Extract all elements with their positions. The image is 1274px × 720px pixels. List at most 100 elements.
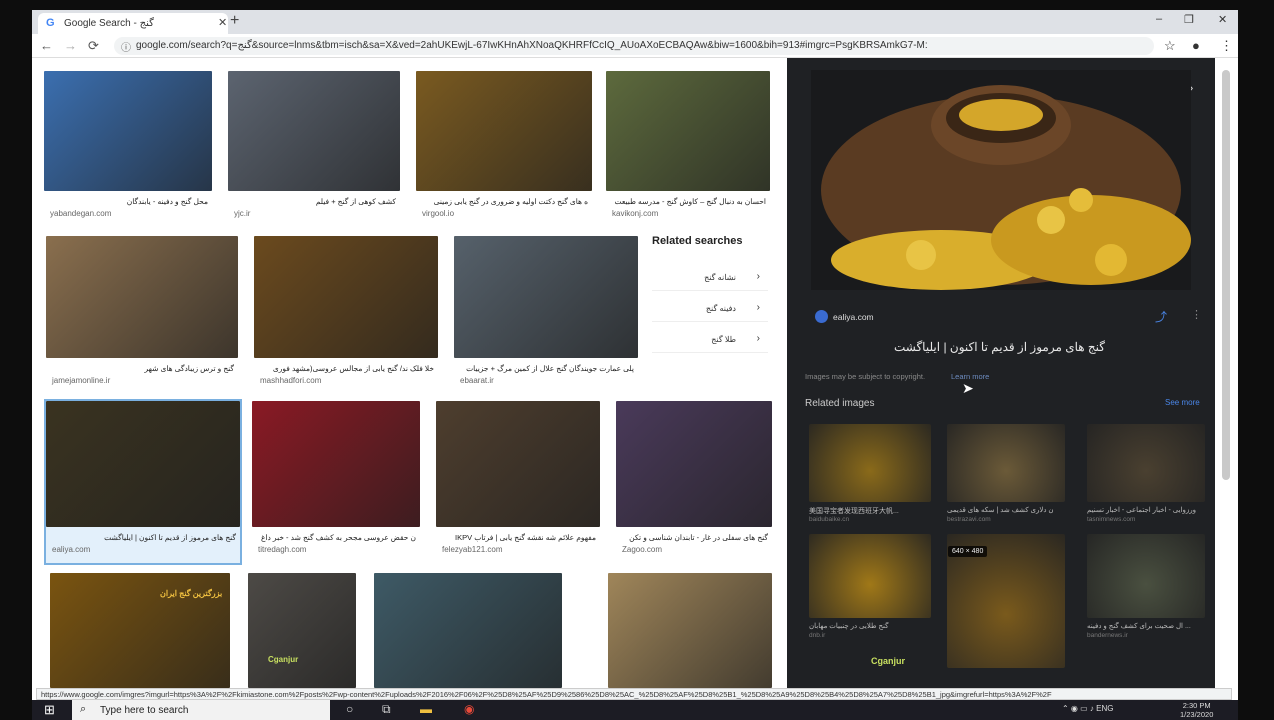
image-result-tile[interactable] [608,573,772,700]
image-result-tile[interactable]: گنج های مرموز از قدیم تا اکنون | ایلیاگش… [44,399,242,565]
result-thumbnail[interactable] [606,71,770,191]
address-bar[interactable]: ⓘ google.com/search?q=گنج&source=lnms&tb… [114,37,1154,55]
tab-close-icon[interactable]: ✕ [218,16,227,29]
reload-icon[interactable]: ⟳ [88,38,99,54]
result-caption[interactable]: محل گنج و دفینه - یابندگان [48,197,208,206]
image-result-tile[interactable]: Cganjur [248,573,356,700]
image-result-tile[interactable]: پلی عمارت جویندگان گنج علال از کمین مرگ … [454,236,638,394]
taskbar-clock[interactable]: 2:30 PM 1/23/2020 [1180,701,1213,719]
maximize-icon[interactable]: ❐ [1184,13,1194,26]
result-caption[interactable]: خلا فلک ند/ گنج یابی از مجالس عروسی(مشهد… [258,364,434,373]
result-thumbnail[interactable] [454,236,638,358]
minimize-icon[interactable]: – [1156,13,1162,25]
result-source: felezyab121.com [442,545,503,554]
more-options-icon[interactable]: ⋮ [1191,308,1202,321]
new-tab-icon[interactable]: + [230,12,239,30]
result-source: mashhadfori.com [260,376,322,385]
window-close-icon[interactable]: ✕ [1218,13,1227,26]
image-result-tile[interactable]: گنج های سفلی در غار - تابندان شناسی و تک… [616,401,772,563]
result-source: yabandegan.com [50,209,112,218]
image-result-tile[interactable]: IKPV مفهوم علائم شه نقشه گنج یابی | فرتا… [436,401,600,563]
result-thumbnail[interactable] [248,573,356,688]
result-thumbnail[interactable] [46,401,240,527]
image-result-tile[interactable]: ه های گنج دکتت اولیه و ضروری در گنج یابی… [416,71,592,227]
bookmark-star-icon[interactable]: ☆ [1164,38,1176,54]
image-size-badge: 640 × 480 [948,546,988,557]
result-thumbnail[interactable] [374,573,562,688]
result-thumbnail[interactable] [254,236,438,358]
result-thumbnail[interactable] [436,401,600,527]
browser-menu-icon[interactable]: ⋮ [1220,38,1233,54]
preview-site-name[interactable]: ealiya.com [833,312,874,322]
image-result-tile[interactable]: کشف کوهی از گنج + فیلم yjc.ir [228,71,400,227]
chrome-icon[interactable]: ◉ [464,702,474,716]
share-icon[interactable]: ⤴ [1155,308,1167,325]
image-result-tile[interactable]: محل گنج و دفینه - یابندگان yabandegan.com [44,71,212,227]
related-image-source: tasnimnews.com [1087,516,1136,523]
language-indicator[interactable]: ENG [1096,704,1113,713]
tab-strip: G Google Search - گنج ✕ + – ❐ ✕ [32,10,1238,34]
related-image-caption[interactable]: ن دلاری کشف شد | سکه های قدیمی [947,506,1065,514]
related-image[interactable] [947,424,1065,502]
related-image-caption[interactable]: گنج طلایی در چنبیات مهابان [809,622,931,630]
related-image-caption[interactable]: ورزوایی - اخبار اجتماعی - اخبار تسنیم [1087,506,1205,514]
result-thumbnail[interactable] [228,71,400,191]
profile-icon[interactable]: ● [1192,38,1200,53]
result-thumbnail[interactable] [608,573,772,688]
task-view-icon[interactable]: ⧉ [382,702,391,717]
result-source: titredagh.com [258,545,307,554]
forward-icon[interactable]: → [64,38,77,53]
related-image-source: bestrazavi.com [947,516,991,523]
tab-google-search[interactable]: G Google Search - گنج ✕ [38,13,228,34]
result-caption[interactable]: IKPV مفهوم علائم شه نقشه گنج یابی | فرتا… [440,533,596,542]
taskbar-search-box[interactable]: ⌕ Type here to search [72,700,330,720]
related-search-item[interactable]: دفینه گنج › [652,296,768,322]
image-result-tile[interactable]: خلا فلک ند/ گنج یابی از مجالس عروسی(مشهد… [254,236,438,394]
clock-date: 1/23/2020 [1180,710,1214,719]
file-explorer-icon[interactable]: ▬ [420,702,432,716]
see-more-link[interactable]: See more [1165,398,1200,407]
image-result-tile[interactable]: بزرگترین گنج ایران [50,573,230,700]
related-image[interactable] [1087,534,1205,618]
google-favicon-icon: G [46,17,55,29]
result-thumbnail[interactable] [616,401,772,527]
related-image-caption[interactable]: ال صحیت برای کشف گنج و دفینه ... [1087,622,1205,630]
browser-toolbar: ← → ⟳ ⓘ google.com/search?q=گنج&source=l… [32,34,1238,58]
related-search-label: دفینه گنج [705,304,736,313]
result-thumbnail[interactable] [252,401,420,527]
url-text: google.com/search?q=گنج&source=lnms&tbm=… [136,40,928,51]
related-image-caption[interactable]: 美国寻宝者发现西班牙大帆... [809,506,931,516]
result-caption[interactable]: احسان به دنبال گنج – کاوش گنج - مدرسه طب… [610,197,766,206]
related-image[interactable] [1087,424,1205,502]
preview-image[interactable] [811,70,1191,290]
windows-start-icon[interactable]: ⊞ [44,702,55,718]
site-info-icon[interactable]: ⓘ [121,39,131,54]
result-source: jamejamonline.ir [52,376,111,385]
related-image[interactable] [809,424,931,502]
page-scrollbar[interactable] [1222,70,1230,480]
result-caption[interactable]: گنج و ترس زیبادگی های شهر [50,364,234,373]
result-thumbnail[interactable] [44,71,212,191]
system-tray[interactable]: ⌃ ◉ ▭ ♪ ENG [1062,704,1113,713]
result-source: ealiya.com [52,545,91,554]
result-caption[interactable]: ن حقض عروسی مجحر به کشف گنج شد - خبر داغ [256,533,416,542]
result-caption[interactable]: گنج های مرموز از قدیم تا اکنون | ایلیاگش… [50,533,236,542]
result-source: Zagoo.com [622,545,663,554]
related-image[interactable] [809,534,931,618]
back-icon[interactable]: ← [40,38,53,53]
result-source: ebaarat.ir [460,376,494,385]
related-search-item[interactable]: طلا گنج › [652,327,768,353]
result-caption[interactable]: گنج های سفلی در غار - تابندان شناسی و تک… [620,533,768,542]
result-caption[interactable]: پلی عمارت جویندگان گنج علال از کمین مرگ … [458,364,634,373]
result-caption[interactable]: ه های گنج دکتت اولیه و ضروری در گنج یابی… [420,197,588,206]
image-result-tile[interactable]: گنج و ترس زیبادگی های شهر jamejamonline.i… [46,236,238,394]
result-thumbnail[interactable] [416,71,592,191]
related-search-item[interactable]: نشانه گنج › [652,265,768,291]
cortana-icon[interactable]: ○ [346,702,353,716]
result-caption[interactable]: کشف کوهی از گنج + فیلم [232,197,396,206]
result-thumbnail[interactable] [46,236,238,358]
image-result-tile[interactable] [374,573,562,700]
image-result-tile[interactable]: ن حقض عروسی مجحر به کشف گنج شد - خبر داغ… [252,401,420,563]
image-result-tile[interactable]: احسان به دنبال گنج – کاوش گنج - مدرسه طب… [606,71,770,227]
preview-title[interactable]: گنج های مرموز از قدیم تا اکنون | ایلیاگش… [805,340,1105,354]
